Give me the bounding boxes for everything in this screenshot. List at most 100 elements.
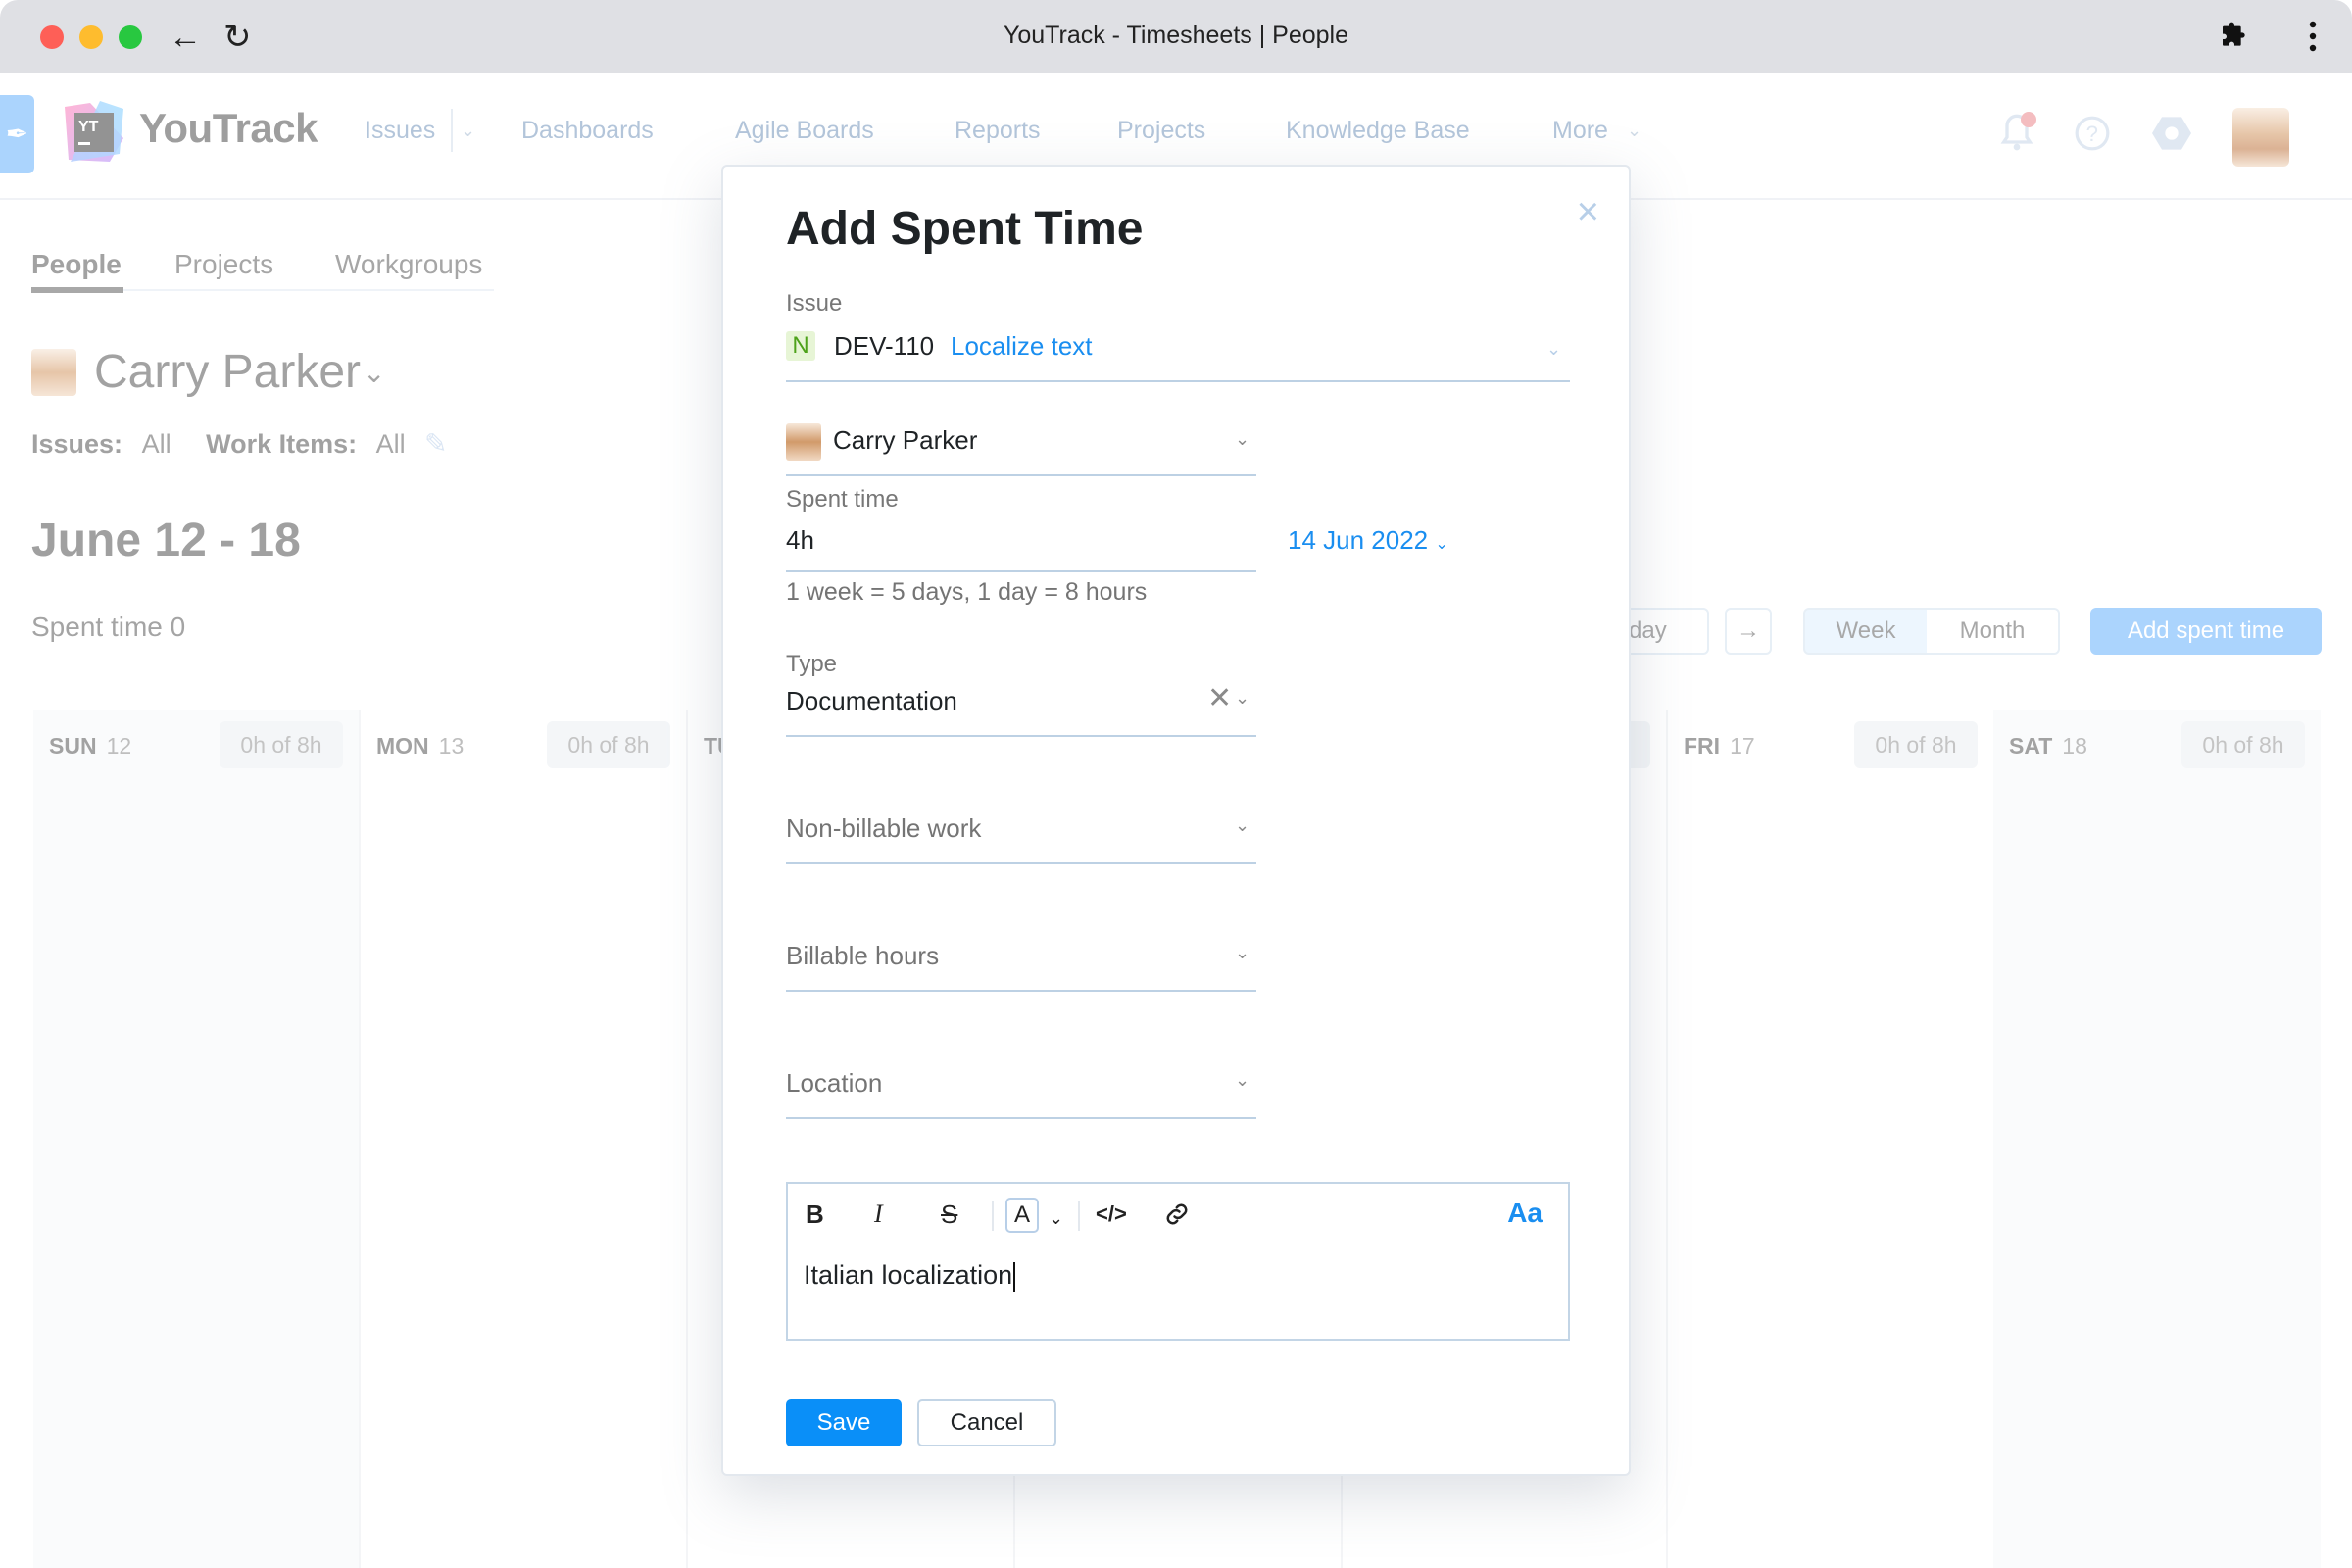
spent-time-input[interactable]: 4h [786,525,814,556]
close-icon[interactable]: × [1577,192,1599,231]
toolbar-separator [992,1201,994,1231]
save-button[interactable]: Save [786,1399,902,1446]
nav-agile-boards[interactable]: Agile Boards [735,117,874,145]
chevron-down-icon[interactable]: ⌄ [1049,1203,1063,1233]
active-tab-indicator [31,287,123,293]
location-underline [786,1117,1256,1119]
work-items-filter-label: Work Items: [206,429,358,459]
day-hours-badge: 0h of 8h [1854,721,1978,768]
chevron-down-icon[interactable]: ⌄ [363,357,385,389]
issue-id: DEV-110 [834,331,935,361]
day-hours-badge: 0h of 8h [220,721,343,768]
day-label: SUN 12 [49,733,132,759]
logo-text[interactable]: YouTrack [139,105,318,152]
type-select[interactable]: Documentation [786,686,957,716]
issue-summary-link[interactable]: Localize text [951,331,1093,362]
day-label: FRI 17 [1684,733,1755,759]
puzzle-icon[interactable] [2219,20,2250,60]
issue-type-badge: N [786,331,815,361]
non-billable-select[interactable]: Non-billable work [786,813,981,844]
comment-text[interactable]: Italian localization [804,1260,1016,1292]
user-avatar[interactable] [2232,108,2289,167]
author-field-underline [786,474,1256,476]
issue-field-underline [786,380,1570,382]
chevron-down-icon[interactable]: ⌄ [1627,121,1642,141]
window-title: YouTrack - Timesheets | People [1003,22,1349,49]
day-column[interactable]: SAT 18 0h of 8h [1993,710,2321,1568]
format-toggle-button[interactable]: Aa [1507,1198,1543,1229]
toolbar-separator [1078,1201,1080,1231]
tab-workgroups[interactable]: Workgroups [335,249,482,280]
work-items-filter-value[interactable]: All [376,429,406,459]
type-field-underline [786,735,1256,737]
youtrack-logo-icon[interactable]: YT [61,99,127,166]
day-hours-badge: 0h of 8h [2181,721,2305,768]
feather-icon[interactable]: ✒ [0,95,34,173]
nav-reports[interactable]: Reports [955,117,1041,145]
strikethrough-button[interactable]: S [941,1200,957,1229]
tab-people[interactable]: People [31,249,122,280]
browser-titlebar: ← ↻ YouTrack - Timesheets | People [0,0,2352,74]
nav-knowledge-base[interactable]: Knowledge Base [1286,117,1470,145]
nav-projects[interactable]: Projects [1117,117,1205,145]
notification-dot [2021,112,2036,127]
issues-filter-value[interactable]: All [142,429,172,459]
chevron-down-icon[interactable]: ⌄ [1235,943,1250,963]
chevron-down-icon[interactable]: ⌄ [1235,815,1250,836]
spent-time-label: Spent time [786,486,899,513]
spent-time-underline [786,570,1256,572]
code-button[interactable]: </> [1096,1200,1127,1229]
week-toggle[interactable]: Week [1803,608,1929,655]
author-select[interactable]: Carry Parker [833,425,977,456]
day-column[interactable]: MON 13 0h of 8h [361,710,688,1568]
comment-editor[interactable]: B I S A ⌄ </> Aa Italian localization [786,1182,1570,1341]
date-picker[interactable]: 14 Jun 2022 ⌄ [1288,525,1448,556]
week-title: June 12 - 18 [31,514,301,566]
link-icon[interactable] [1162,1200,1192,1235]
nav-dashboards[interactable]: Dashboards [521,117,654,145]
non-billable-underline [786,862,1256,864]
issue-label: Issue [786,290,843,317]
cancel-button[interactable]: Cancel [917,1399,1056,1446]
chevron-down-icon[interactable]: ⌄ [1235,688,1250,709]
svg-text:YT: YT [78,119,99,135]
dialog-title: Add Spent Time [786,203,1144,255]
person-selector[interactable]: Carry Parker [94,345,361,399]
help-icon[interactable]: ? [2074,115,2111,157]
add-spent-time-dialog: × Add Spent Time Issue N DEV-110 Localiz… [721,165,1631,1476]
chevron-down-icon[interactable]: ⌄ [461,121,475,141]
time-hint: 1 week = 5 days, 1 day = 8 hours [786,578,1148,606]
billable-hours-underline [786,990,1256,992]
nav-more[interactable]: More [1552,117,1608,145]
settings-icon[interactable] [2152,115,2191,157]
day-hours-badge: 0h of 8h [547,721,670,768]
kebab-menu-icon[interactable] [2307,20,2319,62]
nav-separator [451,109,453,152]
bold-button[interactable]: B [806,1200,824,1229]
text-style-button[interactable]: A [1005,1198,1039,1233]
location-select[interactable]: Location [786,1068,882,1099]
issues-filter-label: Issues: [31,429,123,459]
person-avatar [31,349,76,396]
author-avatar [786,423,821,461]
month-toggle[interactable]: Month [1927,608,2060,655]
nav-issues[interactable]: Issues [365,117,435,145]
chevron-down-icon[interactable]: ⌄ [1546,339,1561,360]
clear-icon[interactable]: ✕ [1207,684,1232,713]
text-caret [1013,1261,1016,1292]
chevron-down-icon[interactable]: ⌄ [1235,429,1250,450]
day-label: MON 13 [376,733,465,759]
italic-button[interactable]: I [874,1200,883,1229]
day-column[interactable]: SUN 12 0h of 8h [33,710,361,1568]
spent-time-total: Spent time 0 [31,612,186,642]
type-label: Type [786,651,838,677]
arrow-right-icon[interactable]: → [1725,608,1772,655]
day-label: SAT 18 [2009,733,2087,759]
pencil-icon[interactable]: ✎ [424,427,447,460]
chevron-down-icon[interactable]: ⌄ [1235,1070,1250,1091]
filters-row: Issues: All Work Items: All [31,429,406,460]
add-spent-time-button[interactable]: Add spent time [2090,608,2322,655]
billable-hours-select[interactable]: Billable hours [786,941,939,971]
day-column[interactable]: FRI 17 0h of 8h [1668,710,1995,1568]
tab-projects[interactable]: Projects [174,249,273,280]
